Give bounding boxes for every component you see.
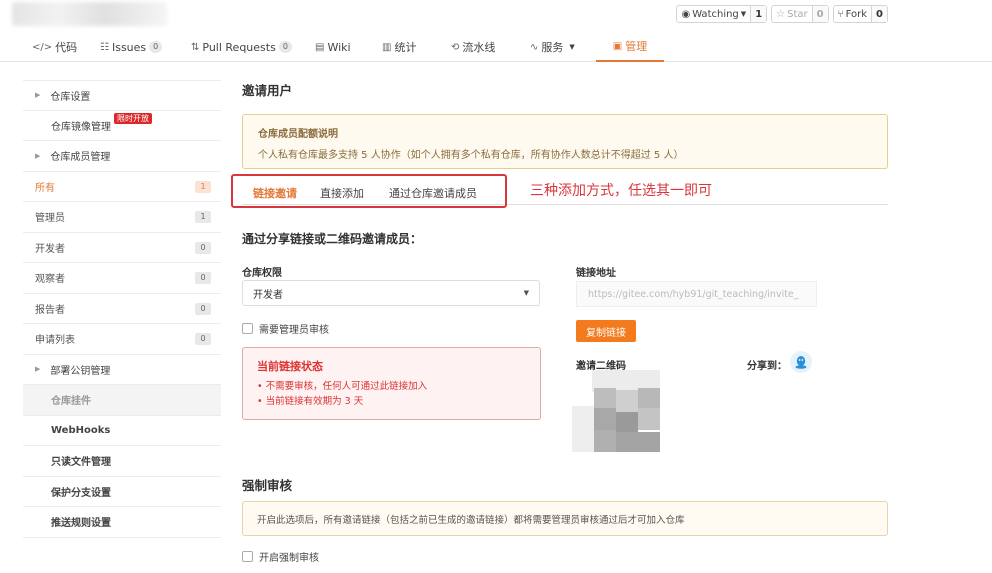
caret-right-icon: ▶: [35, 365, 41, 374]
tab-code[interactable]: </> 代码: [32, 32, 77, 62]
annotation-highlight-box: [231, 174, 507, 208]
sidebar-item-push-rules[interactable]: 推送规则设置: [23, 507, 221, 538]
quota-title: 仓库成员配额说明: [258, 129, 338, 140]
require-review-row[interactable]: 需要管理员审核: [242, 321, 329, 336]
qq-share-icon[interactable]: [790, 351, 812, 373]
tab-service[interactable]: ∿ 服务 ▼: [530, 32, 575, 62]
repo-actions: ◉ Watching ▼ 1 ☆ Star 0 ⑂ Fork 0: [676, 5, 888, 23]
code-icon: </>: [32, 41, 53, 53]
sidebar-group-member-manage[interactable]: ▶ 仓库成员管理: [23, 141, 221, 172]
top-bar: ◉ Watching ▼ 1 ☆ Star 0 ⑂ Fork 0: [0, 0, 992, 32]
status-title: 当前链接状态: [257, 360, 323, 373]
sidebar-item-protected-branches[interactable]: 保护分支设置: [23, 477, 221, 507]
annotation-text: 三种添加方式，任选其一即可: [530, 183, 712, 199]
pipeline-icon: ⟲: [451, 41, 460, 53]
sidebar-item-webhooks[interactable]: WebHooks: [23, 416, 221, 446]
service-icon: ∿: [530, 41, 539, 53]
quota-notice: 仓库成员配额说明 个人私有仓库最多支持 5 人协作（如个人拥有多个私有仓库，所有…: [242, 114, 888, 169]
chevron-down-icon: ▼: [740, 10, 747, 18]
copy-link-button[interactable]: 复制链接: [576, 320, 636, 342]
bar-chart-icon: ▥: [382, 41, 392, 53]
permission-select[interactable]: 开发者 ▼: [242, 280, 540, 306]
tab-manage[interactable]: ▣ 管理: [596, 32, 664, 62]
sidebar-item-readonly-files[interactable]: 只读文件管理: [23, 446, 221, 477]
tab-pull-requests[interactable]: ⇅ Pull Requests 0: [191, 32, 292, 62]
require-review-checkbox[interactable]: [242, 323, 253, 334]
issues-icon: ☷: [100, 41, 109, 53]
sidebar-item-admins[interactable]: 管理员 1: [23, 202, 221, 233]
qq-icon: [795, 356, 807, 369]
sidebar-item-all[interactable]: 所有 1: [23, 172, 221, 202]
sidebar-item-widgets[interactable]: 仓库挂件: [23, 385, 221, 416]
status-item: • 当前链接有效期为 3 天: [257, 396, 364, 407]
settings-sidebar: ▶ 仓库设置 仓库镜像管理 限时开放 ▶ 仓库成员管理 所有 1 管理员 1 开发者 0 观…: [23, 80, 221, 538]
sidebar-item-reporters[interactable]: 报告者 0: [23, 294, 221, 324]
fork-button[interactable]: ⑂ Fork 0: [832, 5, 888, 23]
force-review-title: 强制审核: [242, 478, 293, 493]
force-review-checkbox[interactable]: [242, 551, 253, 562]
eye-icon: ◉: [681, 8, 691, 20]
fork-icon: ⑂: [837, 8, 844, 20]
force-review-row[interactable]: 开启强制审核: [242, 549, 319, 564]
caret-down-icon: ▼: [523, 289, 529, 297]
page-title: 邀请用户: [242, 83, 293, 98]
link-status-panel: 当前链接状态 • 不需要审核，任何人可通过此链接加入 • 当前链接有效期为 3 …: [242, 347, 541, 420]
sidebar-item-applications[interactable]: 申请列表 0: [23, 324, 221, 355]
sidebar-item-developers[interactable]: 开发者 0: [23, 233, 221, 263]
manage-icon: ▣: [612, 40, 623, 52]
share-label: 分享到：: [747, 361, 787, 372]
status-item: • 不需要审核，任何人可通过此链接加入: [257, 381, 428, 392]
star-icon: ☆: [776, 8, 786, 20]
sidebar-item-observers[interactable]: 观察者 0: [23, 263, 221, 294]
link-label: 链接地址: [576, 268, 616, 279]
share-heading: 通过分享链接或二维码邀请成员：: [242, 232, 423, 246]
tab-pipeline[interactable]: ⟲ 流水线: [451, 32, 495, 62]
permission-label: 仓库权限: [242, 268, 282, 279]
caret-right-icon: ▶: [35, 91, 41, 100]
tab-wiki[interactable]: ▤ Wiki: [315, 32, 351, 62]
caret-right-icon: ▶: [35, 151, 41, 160]
invite-link-field[interactable]: https://gitee.com/hyb91/git_teaching/inv…: [576, 281, 817, 307]
chevron-down-icon: ▼: [569, 43, 575, 51]
force-review-notice: 开启此选项后，所有邀请链接（包括之前已生成的邀请链接）都将需要管理员审核通过后才…: [242, 501, 888, 536]
sidebar-group-deploy-keys[interactable]: ▶ 部署公钥管理: [23, 355, 221, 385]
sidebar-item-mirror-manage[interactable]: 仓库镜像管理 限时开放: [23, 111, 221, 141]
quota-text: 个人私有仓库最多支持 5 人协作（如个人拥有多个私有仓库，所有协作人数总计不得超…: [258, 150, 684, 161]
book-icon: ▤: [315, 41, 325, 53]
promo-badge: 限时开放: [114, 112, 152, 124]
repo-nav: </> 代码 ☷ Issues 0 ⇅ Pull Requests 0 ▤ Wiki ▥ 统计…: [0, 32, 992, 62]
pull-request-icon: ⇅: [191, 41, 200, 53]
tab-issues[interactable]: ☷ Issues 0: [100, 32, 163, 62]
qr-code-blurred: [572, 370, 664, 454]
star-button[interactable]: ☆ Star 0: [771, 5, 829, 23]
repo-title-blurred: [12, 2, 167, 26]
sidebar-group-repo-settings[interactable]: ▶ 仓库设置: [23, 80, 221, 111]
watch-button[interactable]: ◉ Watching ▼ 1: [676, 5, 768, 23]
tab-stats[interactable]: ▥ 统计: [382, 32, 416, 62]
